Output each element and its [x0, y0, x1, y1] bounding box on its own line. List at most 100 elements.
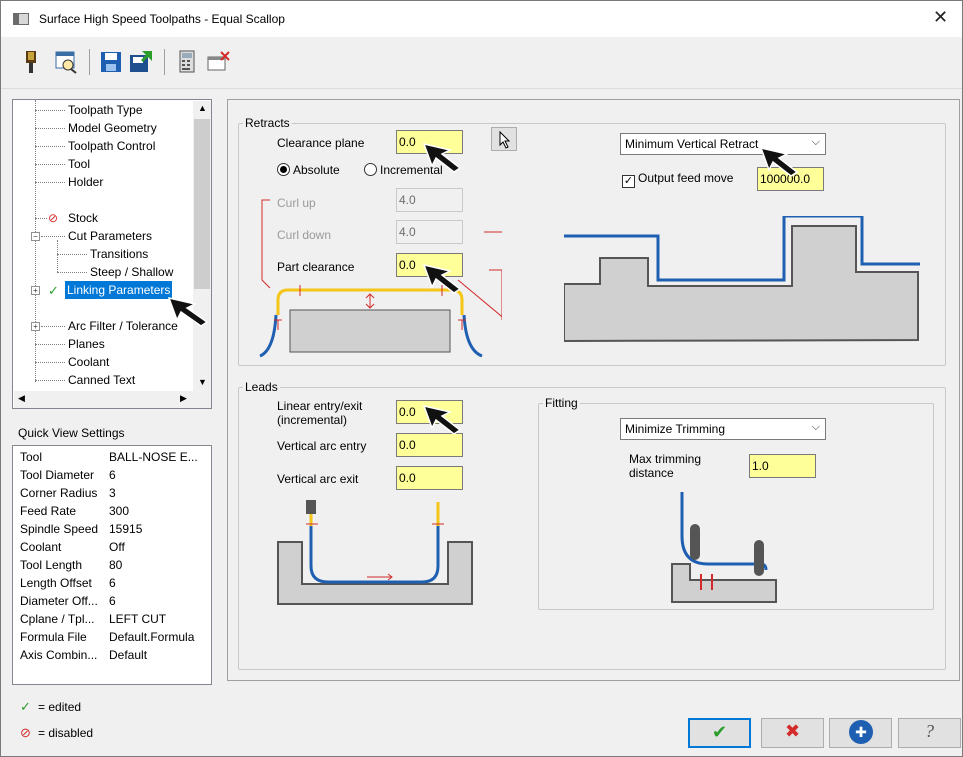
tree-item-tool[interactable]: Tool — [68, 155, 90, 173]
qv-value: 15915 — [109, 522, 143, 536]
qv-key: Coolant — [20, 540, 62, 554]
edited-check-icon: ✓ — [48, 283, 59, 298]
chevron-down-icon: ⌵ — [811, 136, 820, 148]
select-point-button[interactable] — [491, 127, 517, 151]
tree-line — [35, 344, 65, 345]
tree-line — [57, 272, 87, 273]
qv-key: Formula File — [20, 630, 87, 644]
qv-key: Spindle Speed — [20, 522, 99, 536]
scroll-down-icon[interactable]: ▼ — [198, 377, 207, 387]
qv-value: LEFT CUT — [109, 612, 167, 626]
save-icon[interactable] — [99, 49, 123, 75]
tree-item-canned-text[interactable]: Canned Text — [68, 371, 135, 389]
cancel-button[interactable]: ✖ — [761, 718, 824, 748]
help-button[interactable]: ? — [898, 718, 961, 748]
leads-title: Leads — [245, 380, 278, 394]
ok-button[interactable]: ✔ — [688, 718, 751, 748]
app-icon — [13, 13, 29, 25]
add-plus-icon: ✚ — [849, 720, 873, 744]
tree-line — [41, 326, 65, 327]
annotation-arrow-icon — [167, 296, 213, 331]
qv-row: Feed Rate 300 — [20, 502, 129, 520]
tree-line — [35, 218, 47, 219]
title-bar: Surface High Speed Toolpaths - Equal Sca… — [1, 1, 962, 37]
preview-icon[interactable] — [53, 49, 77, 75]
close-window-icon[interactable] — [206, 49, 230, 75]
absolute-label: Absolute — [293, 163, 340, 177]
tree-item-toolpath-type[interactable]: Toolpath Type — [68, 101, 143, 119]
edited-check-icon: ✓ — [20, 699, 31, 714]
tree-line — [35, 146, 65, 147]
tree-item-arc-filter-tolerance[interactable]: Arc Filter / Tolerance — [68, 317, 178, 335]
ok-check-icon: ✔ — [711, 722, 728, 742]
fitting-mode-dropdown[interactable]: Minimize Trimming ⌵ — [620, 418, 826, 440]
disabled-icon: ⊘ — [20, 725, 31, 740]
toolbar — [1, 37, 962, 89]
tree-vertical-scrollbar[interactable]: ▲ ▼ — [193, 101, 211, 391]
vertical-arc-entry-label: Vertical arc entry — [277, 439, 367, 453]
parameter-tree[interactable]: Toolpath Type Model Geometry Toolpath Co… — [12, 99, 212, 409]
add-button[interactable]: ✚ — [829, 718, 892, 748]
tree-item-toolpath-control[interactable]: Toolpath Control — [68, 137, 155, 155]
qv-key: Cplane / Tpl... — [20, 612, 95, 626]
tree-item-model-geometry[interactable]: Model Geometry — [68, 119, 157, 137]
vertical-arc-exit-input[interactable]: 0.0 — [396, 466, 463, 490]
qv-key: Length Offset — [20, 576, 92, 590]
collapse-icon[interactable]: − — [31, 232, 40, 241]
window-title: Surface High Speed Toolpaths - Equal Sca… — [39, 12, 285, 26]
expand-icon[interactable]: + — [31, 286, 40, 295]
linking-parameters-panel: Retracts Clearance plane 0.0 Absolute In… — [227, 99, 960, 681]
qv-key: Axis Combin... — [20, 648, 98, 662]
pointer-icon — [499, 130, 511, 149]
output-feed-label: Output feed move — [638, 171, 734, 185]
absolute-radio[interactable]: Absolute — [277, 163, 340, 177]
tree-line — [35, 128, 65, 129]
tree-item-holder[interactable]: Holder — [68, 173, 103, 191]
legend-disabled: ⊘ = disabled — [20, 724, 93, 742]
qv-row: Tool Diameter 6 — [20, 466, 116, 484]
tool-icon[interactable] — [19, 49, 43, 75]
disabled-icon: ⊘ — [48, 211, 59, 225]
scroll-thumb[interactable] — [194, 119, 210, 289]
output-feed-checkbox[interactable]: ✓ Output feed move — [622, 171, 733, 188]
tree-horizontal-scrollbar[interactable]: ◀ ▶ — [14, 391, 193, 408]
qv-value: 300 — [109, 504, 130, 518]
tree-item-coolant[interactable]: Coolant — [68, 353, 109, 371]
dialog-window: Surface High Speed Toolpaths - Equal Sca… — [0, 0, 963, 757]
radio-selected-icon — [277, 163, 290, 176]
tree-line — [35, 110, 65, 111]
checkbox-checked-icon: ✓ — [622, 175, 635, 188]
radio-icon — [364, 163, 377, 176]
tree-item-transitions[interactable]: Transitions — [90, 245, 148, 263]
tree-item-planes[interactable]: Planes — [68, 335, 105, 353]
annotation-arrow-icon — [422, 263, 464, 298]
tree-item-steep-shallow[interactable]: Steep / Shallow — [90, 263, 173, 281]
qv-value: Off — [109, 540, 125, 554]
max-trimming-distance-label: distance — [629, 466, 674, 480]
expand-icon[interactable]: + — [31, 322, 40, 331]
tree-item-linking-parameters[interactable]: Linking Parameters — [65, 281, 173, 299]
qv-row: Length Offset 6 — [20, 574, 116, 592]
retracts-title: Retracts — [245, 116, 290, 130]
tree-line — [35, 182, 65, 183]
qv-row: Cplane / Tpl... LEFT CUT — [20, 610, 166, 628]
tree-line — [57, 254, 87, 255]
vertical-arc-exit-label: Vertical arc exit — [277, 472, 359, 486]
max-trimming-input[interactable]: 1.0 — [749, 454, 816, 478]
qv-value: 6 — [109, 594, 116, 608]
qv-value: 3 — [109, 486, 116, 500]
calculator-icon[interactable] — [175, 49, 199, 75]
scroll-up-icon[interactable]: ▲ — [198, 103, 207, 113]
scroll-corner — [193, 391, 211, 408]
tree-item-stock[interactable]: Stock — [68, 209, 98, 227]
close-icon[interactable]: ✕ — [933, 7, 948, 28]
qv-key: Tool — [20, 450, 43, 464]
retract-mode-value: Minimum Vertical Retract — [625, 137, 759, 151]
quick-view-title: Quick View Settings — [18, 426, 125, 440]
scroll-left-icon[interactable]: ◀ — [18, 393, 25, 404]
toolbar-separator — [89, 49, 90, 75]
scroll-right-icon[interactable]: ▶ — [180, 393, 187, 404]
qv-row: Axis Combin... Default — [20, 646, 147, 664]
import-icon[interactable] — [128, 49, 152, 75]
tree-item-cut-parameters[interactable]: Cut Parameters — [68, 227, 152, 245]
